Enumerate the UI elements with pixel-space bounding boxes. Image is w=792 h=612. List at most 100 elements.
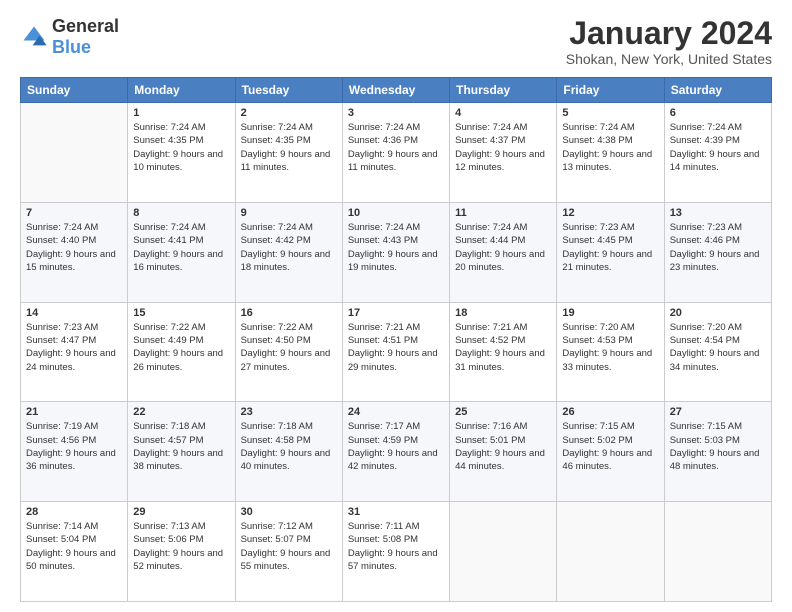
day-info: Sunrise: 7:20 AMSunset: 4:54 PMDaylight:…	[670, 321, 766, 374]
page: General Blue January 2024 Shokan, New Yo…	[0, 0, 792, 612]
day-number: 31	[348, 506, 444, 518]
day-number: 13	[670, 207, 766, 219]
calendar-cell: 13 Sunrise: 7:23 AMSunset: 4:46 PMDaylig…	[664, 202, 771, 302]
month-title: January 2024	[566, 16, 772, 51]
day-info: Sunrise: 7:12 AMSunset: 5:07 PMDaylight:…	[241, 520, 337, 573]
day-number: 22	[133, 406, 229, 418]
calendar-cell: 4 Sunrise: 7:24 AMSunset: 4:37 PMDayligh…	[450, 103, 557, 203]
calendar-cell: 30 Sunrise: 7:12 AMSunset: 5:07 PMDaylig…	[235, 502, 342, 602]
calendar-cell	[21, 103, 128, 203]
day-info: Sunrise: 7:15 AMSunset: 5:02 PMDaylight:…	[562, 420, 658, 473]
day-info: Sunrise: 7:20 AMSunset: 4:53 PMDaylight:…	[562, 321, 658, 374]
day-info: Sunrise: 7:18 AMSunset: 4:58 PMDaylight:…	[241, 420, 337, 473]
day-info: Sunrise: 7:24 AMSunset: 4:42 PMDaylight:…	[241, 221, 337, 274]
day-number: 6	[670, 107, 766, 119]
calendar-table: SundayMondayTuesdayWednesdayThursdayFrid…	[20, 77, 772, 602]
calendar-cell	[450, 502, 557, 602]
logo-general: General	[52, 16, 119, 36]
weekday-header-row: SundayMondayTuesdayWednesdayThursdayFrid…	[21, 78, 772, 103]
day-number: 25	[455, 406, 551, 418]
day-info: Sunrise: 7:14 AMSunset: 5:04 PMDaylight:…	[26, 520, 122, 573]
day-info: Sunrise: 7:23 AMSunset: 4:46 PMDaylight:…	[670, 221, 766, 274]
location: Shokan, New York, United States	[566, 51, 772, 67]
day-info: Sunrise: 7:19 AMSunset: 4:56 PMDaylight:…	[26, 420, 122, 473]
day-info: Sunrise: 7:15 AMSunset: 5:03 PMDaylight:…	[670, 420, 766, 473]
day-info: Sunrise: 7:22 AMSunset: 4:49 PMDaylight:…	[133, 321, 229, 374]
weekday-header-cell: Wednesday	[342, 78, 449, 103]
day-number: 20	[670, 307, 766, 319]
day-info: Sunrise: 7:24 AMSunset: 4:40 PMDaylight:…	[26, 221, 122, 274]
calendar-cell: 25 Sunrise: 7:16 AMSunset: 5:01 PMDaylig…	[450, 402, 557, 502]
day-number: 28	[26, 506, 122, 518]
day-number: 2	[241, 107, 337, 119]
logo-icon	[20, 23, 48, 51]
calendar-cell: 10 Sunrise: 7:24 AMSunset: 4:43 PMDaylig…	[342, 202, 449, 302]
day-number: 5	[562, 107, 658, 119]
day-number: 11	[455, 207, 551, 219]
weekday-header-cell: Saturday	[664, 78, 771, 103]
calendar-cell: 3 Sunrise: 7:24 AMSunset: 4:36 PMDayligh…	[342, 103, 449, 203]
calendar-week-row: 28 Sunrise: 7:14 AMSunset: 5:04 PMDaylig…	[21, 502, 772, 602]
calendar-cell: 23 Sunrise: 7:18 AMSunset: 4:58 PMDaylig…	[235, 402, 342, 502]
day-info: Sunrise: 7:21 AMSunset: 4:52 PMDaylight:…	[455, 321, 551, 374]
day-number: 23	[241, 406, 337, 418]
calendar-cell: 18 Sunrise: 7:21 AMSunset: 4:52 PMDaylig…	[450, 302, 557, 402]
day-info: Sunrise: 7:23 AMSunset: 4:47 PMDaylight:…	[26, 321, 122, 374]
calendar-cell	[557, 502, 664, 602]
weekday-header-cell: Monday	[128, 78, 235, 103]
calendar-cell: 24 Sunrise: 7:17 AMSunset: 4:59 PMDaylig…	[342, 402, 449, 502]
day-number: 3	[348, 107, 444, 119]
day-info: Sunrise: 7:21 AMSunset: 4:51 PMDaylight:…	[348, 321, 444, 374]
calendar-week-row: 21 Sunrise: 7:19 AMSunset: 4:56 PMDaylig…	[21, 402, 772, 502]
day-info: Sunrise: 7:24 AMSunset: 4:36 PMDaylight:…	[348, 121, 444, 174]
day-number: 1	[133, 107, 229, 119]
calendar-cell: 26 Sunrise: 7:15 AMSunset: 5:02 PMDaylig…	[557, 402, 664, 502]
day-number: 30	[241, 506, 337, 518]
day-number: 29	[133, 506, 229, 518]
day-info: Sunrise: 7:18 AMSunset: 4:57 PMDaylight:…	[133, 420, 229, 473]
day-number: 19	[562, 307, 658, 319]
calendar-cell: 11 Sunrise: 7:24 AMSunset: 4:44 PMDaylig…	[450, 202, 557, 302]
logo: General Blue	[20, 16, 119, 58]
day-number: 27	[670, 406, 766, 418]
day-info: Sunrise: 7:24 AMSunset: 4:35 PMDaylight:…	[241, 121, 337, 174]
calendar-cell: 20 Sunrise: 7:20 AMSunset: 4:54 PMDaylig…	[664, 302, 771, 402]
day-info: Sunrise: 7:16 AMSunset: 5:01 PMDaylight:…	[455, 420, 551, 473]
calendar-week-row: 1 Sunrise: 7:24 AMSunset: 4:35 PMDayligh…	[21, 103, 772, 203]
weekday-header-cell: Thursday	[450, 78, 557, 103]
calendar-week-row: 7 Sunrise: 7:24 AMSunset: 4:40 PMDayligh…	[21, 202, 772, 302]
weekday-header-cell: Sunday	[21, 78, 128, 103]
day-number: 4	[455, 107, 551, 119]
calendar-cell: 28 Sunrise: 7:14 AMSunset: 5:04 PMDaylig…	[21, 502, 128, 602]
day-number: 15	[133, 307, 229, 319]
day-number: 7	[26, 207, 122, 219]
calendar-cell: 9 Sunrise: 7:24 AMSunset: 4:42 PMDayligh…	[235, 202, 342, 302]
day-info: Sunrise: 7:24 AMSunset: 4:38 PMDaylight:…	[562, 121, 658, 174]
calendar-cell: 8 Sunrise: 7:24 AMSunset: 4:41 PMDayligh…	[128, 202, 235, 302]
calendar-cell: 22 Sunrise: 7:18 AMSunset: 4:57 PMDaylig…	[128, 402, 235, 502]
day-info: Sunrise: 7:24 AMSunset: 4:35 PMDaylight:…	[133, 121, 229, 174]
calendar-cell: 12 Sunrise: 7:23 AMSunset: 4:45 PMDaylig…	[557, 202, 664, 302]
day-number: 16	[241, 307, 337, 319]
calendar-cell: 6 Sunrise: 7:24 AMSunset: 4:39 PMDayligh…	[664, 103, 771, 203]
logo-blue: Blue	[52, 37, 91, 57]
day-info: Sunrise: 7:24 AMSunset: 4:37 PMDaylight:…	[455, 121, 551, 174]
day-info: Sunrise: 7:23 AMSunset: 4:45 PMDaylight:…	[562, 221, 658, 274]
calendar-week-row: 14 Sunrise: 7:23 AMSunset: 4:47 PMDaylig…	[21, 302, 772, 402]
day-number: 9	[241, 207, 337, 219]
day-info: Sunrise: 7:24 AMSunset: 4:41 PMDaylight:…	[133, 221, 229, 274]
calendar-cell: 21 Sunrise: 7:19 AMSunset: 4:56 PMDaylig…	[21, 402, 128, 502]
calendar-cell: 16 Sunrise: 7:22 AMSunset: 4:50 PMDaylig…	[235, 302, 342, 402]
day-info: Sunrise: 7:11 AMSunset: 5:08 PMDaylight:…	[348, 520, 444, 573]
day-info: Sunrise: 7:17 AMSunset: 4:59 PMDaylight:…	[348, 420, 444, 473]
day-number: 17	[348, 307, 444, 319]
weekday-header-cell: Tuesday	[235, 78, 342, 103]
header: General Blue January 2024 Shokan, New Yo…	[20, 16, 772, 67]
calendar-cell: 1 Sunrise: 7:24 AMSunset: 4:35 PMDayligh…	[128, 103, 235, 203]
day-info: Sunrise: 7:24 AMSunset: 4:39 PMDaylight:…	[670, 121, 766, 174]
day-number: 21	[26, 406, 122, 418]
calendar-cell: 2 Sunrise: 7:24 AMSunset: 4:35 PMDayligh…	[235, 103, 342, 203]
calendar-cell: 7 Sunrise: 7:24 AMSunset: 4:40 PMDayligh…	[21, 202, 128, 302]
calendar-body: 1 Sunrise: 7:24 AMSunset: 4:35 PMDayligh…	[21, 103, 772, 602]
calendar-cell: 17 Sunrise: 7:21 AMSunset: 4:51 PMDaylig…	[342, 302, 449, 402]
